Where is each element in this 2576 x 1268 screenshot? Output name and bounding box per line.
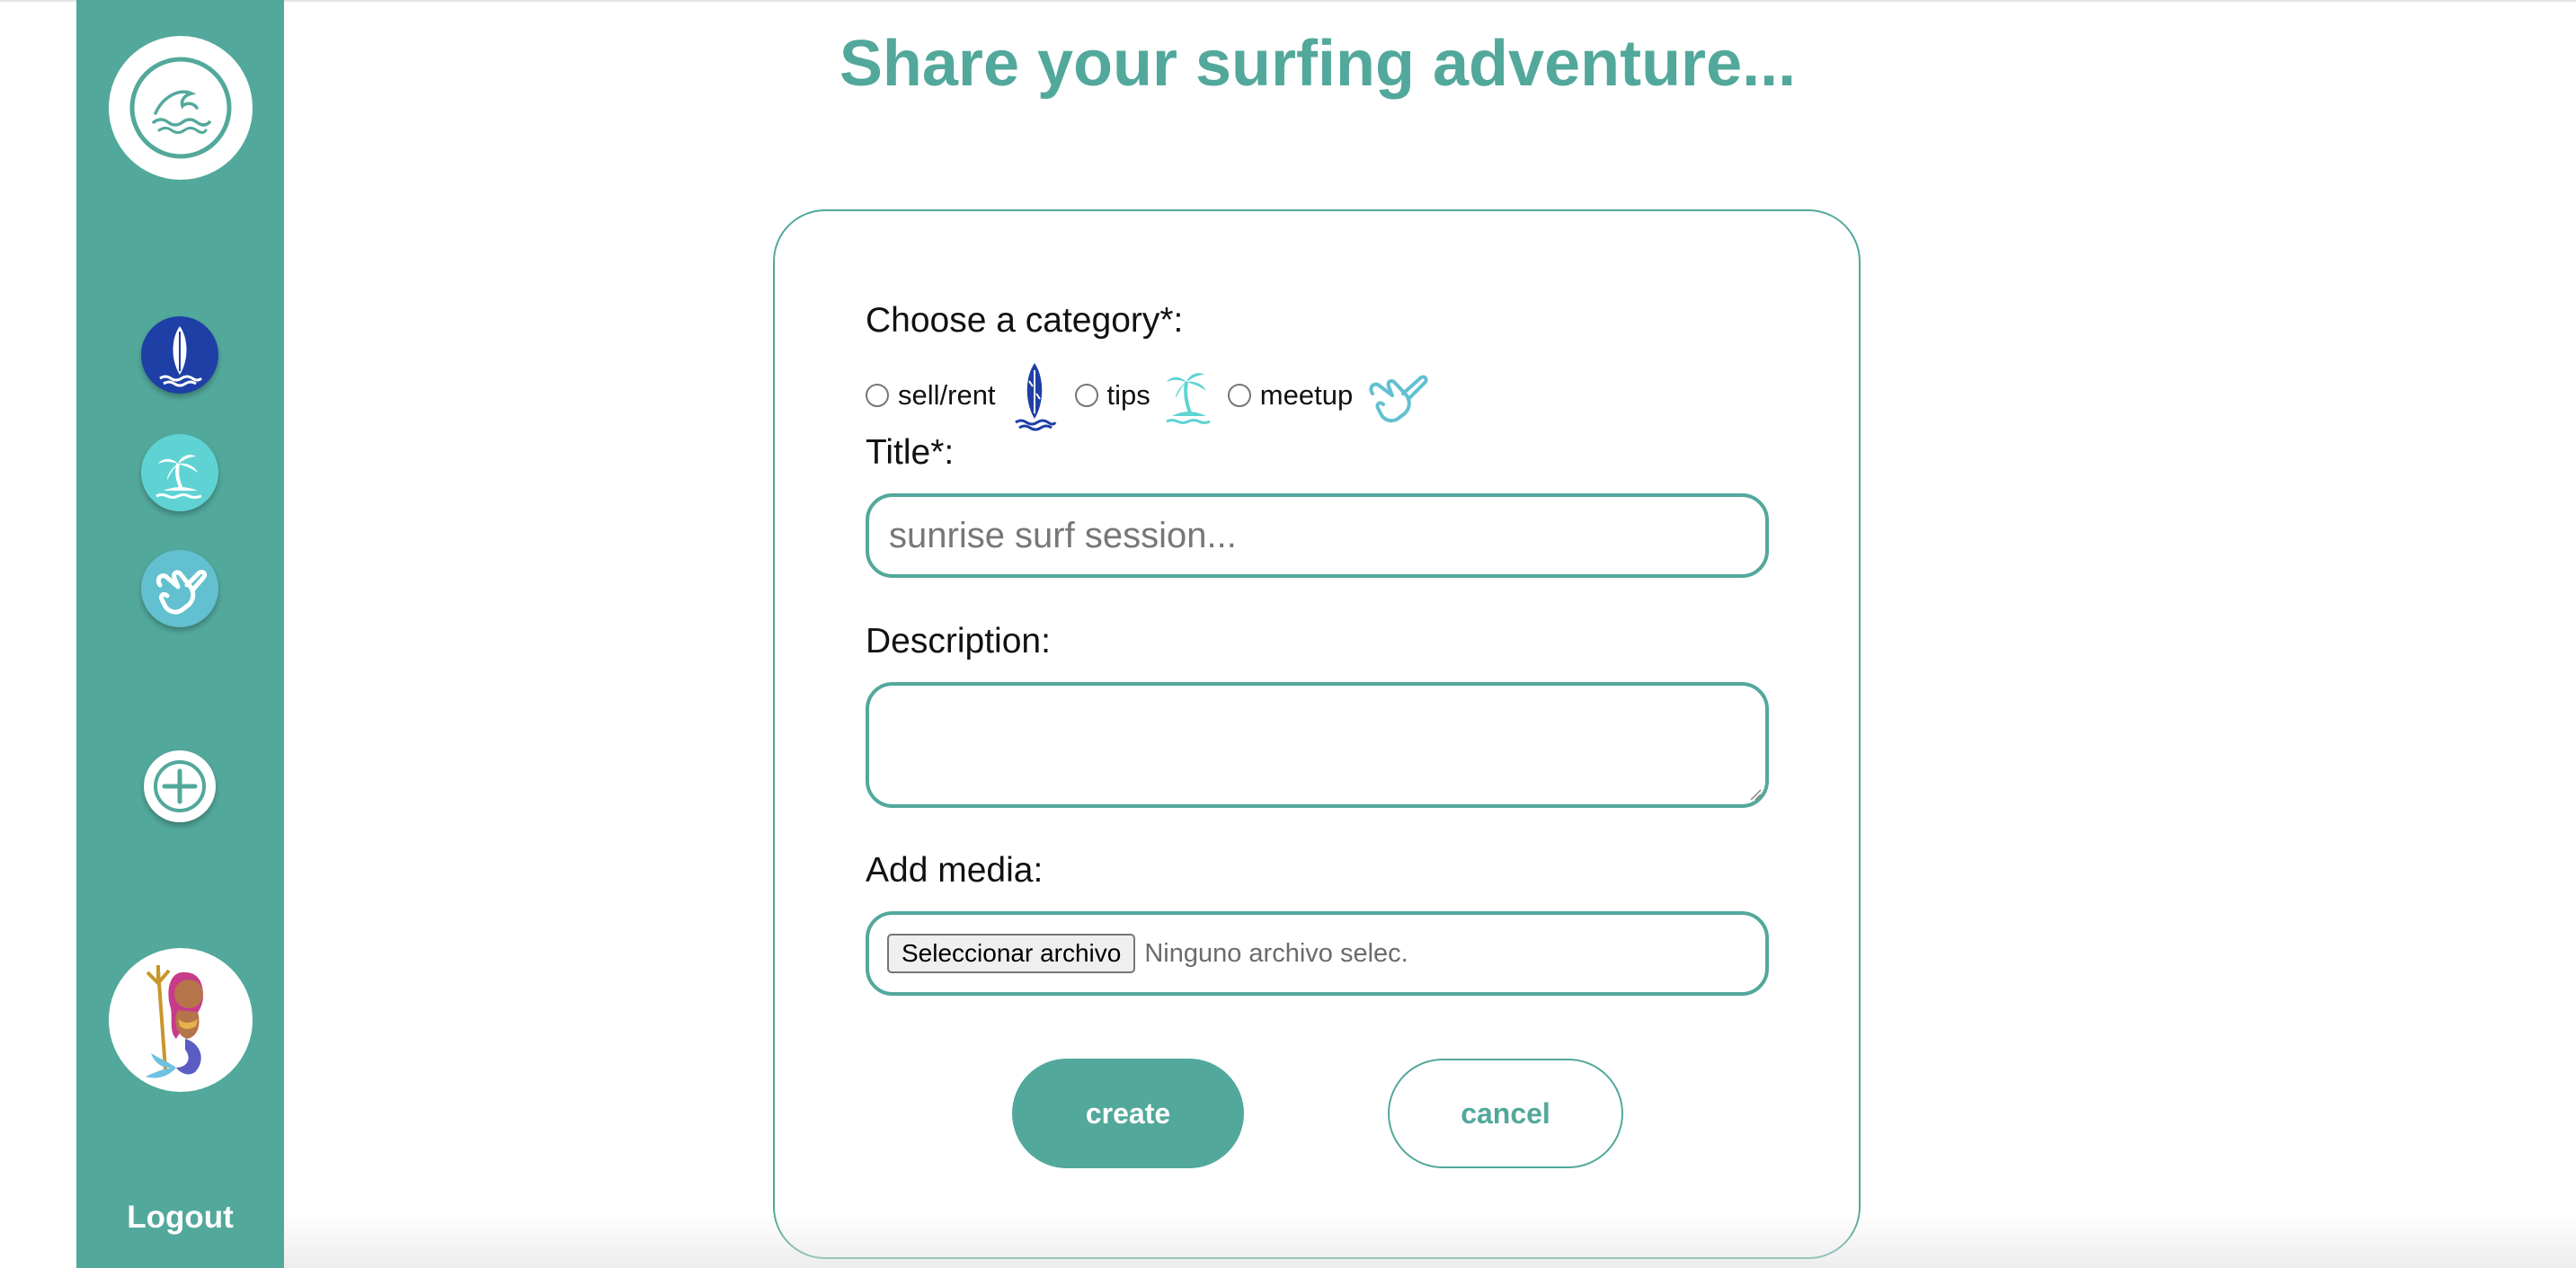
sidebar-item-meetup[interactable] — [141, 550, 218, 627]
description-textarea[interactable] — [866, 682, 1769, 808]
radio-sell-rent[interactable] — [866, 384, 889, 407]
file-status: Ninguno archivo selec. — [1144, 938, 1408, 968]
title-placeholder: sunrise surf session... — [889, 515, 1237, 555]
radio-meetup[interactable] — [1227, 384, 1251, 407]
category-label: Choose a category*: — [866, 301, 1184, 340]
palm-island-icon — [1163, 364, 1213, 427]
sidebar-item-sell-rent[interactable] — [141, 316, 218, 394]
shaka-hand-icon — [1365, 367, 1437, 424]
wave-icon — [129, 57, 232, 159]
cancel-button[interactable]: cancel — [1388, 1059, 1623, 1168]
logo[interactable] — [109, 36, 253, 180]
resize-handle-icon[interactable] — [1749, 788, 1762, 801]
plus-icon — [154, 760, 206, 812]
mermaid-avatar-icon — [146, 965, 203, 1078]
palm-island-icon — [155, 455, 202, 499]
title-label: Title*: — [866, 433, 955, 472]
add-post-button[interactable] — [144, 750, 216, 822]
media-label: Add media: — [866, 851, 1044, 890]
choose-file-button[interactable]: Seleccionar archivo — [887, 934, 1136, 973]
surfboard-icon — [1008, 359, 1061, 431]
category-label-meetup: meetup — [1259, 379, 1354, 411]
category-label-sell-rent: sell/rent — [898, 379, 996, 411]
sidebar: Logout — [76, 0, 284, 1268]
sidebar-item-tips[interactable] — [141, 434, 218, 511]
description-label: Description: — [866, 622, 1051, 661]
shaka-hand-icon — [155, 570, 208, 615]
category-label-tips: tips — [1106, 379, 1150, 411]
category-options: sell/rent tips meetup — [866, 359, 1452, 431]
create-post-form: Choose a category*: sell/rent tips meetu… — [773, 209, 1861, 1259]
top-border — [0, 0, 2576, 2]
title-input[interactable]: sunrise surf session... — [866, 493, 1769, 578]
surfboard-icon — [159, 326, 203, 387]
radio-tips[interactable] — [1074, 384, 1098, 407]
create-button[interactable]: create — [1012, 1059, 1244, 1168]
media-file-input: Seleccionar archivo Ninguno archivo sele… — [866, 911, 1769, 996]
logout-link[interactable]: Logout — [76, 1200, 284, 1236]
avatar[interactable] — [109, 948, 253, 1092]
page-title: Share your surfing adventure... — [839, 28, 1797, 100]
